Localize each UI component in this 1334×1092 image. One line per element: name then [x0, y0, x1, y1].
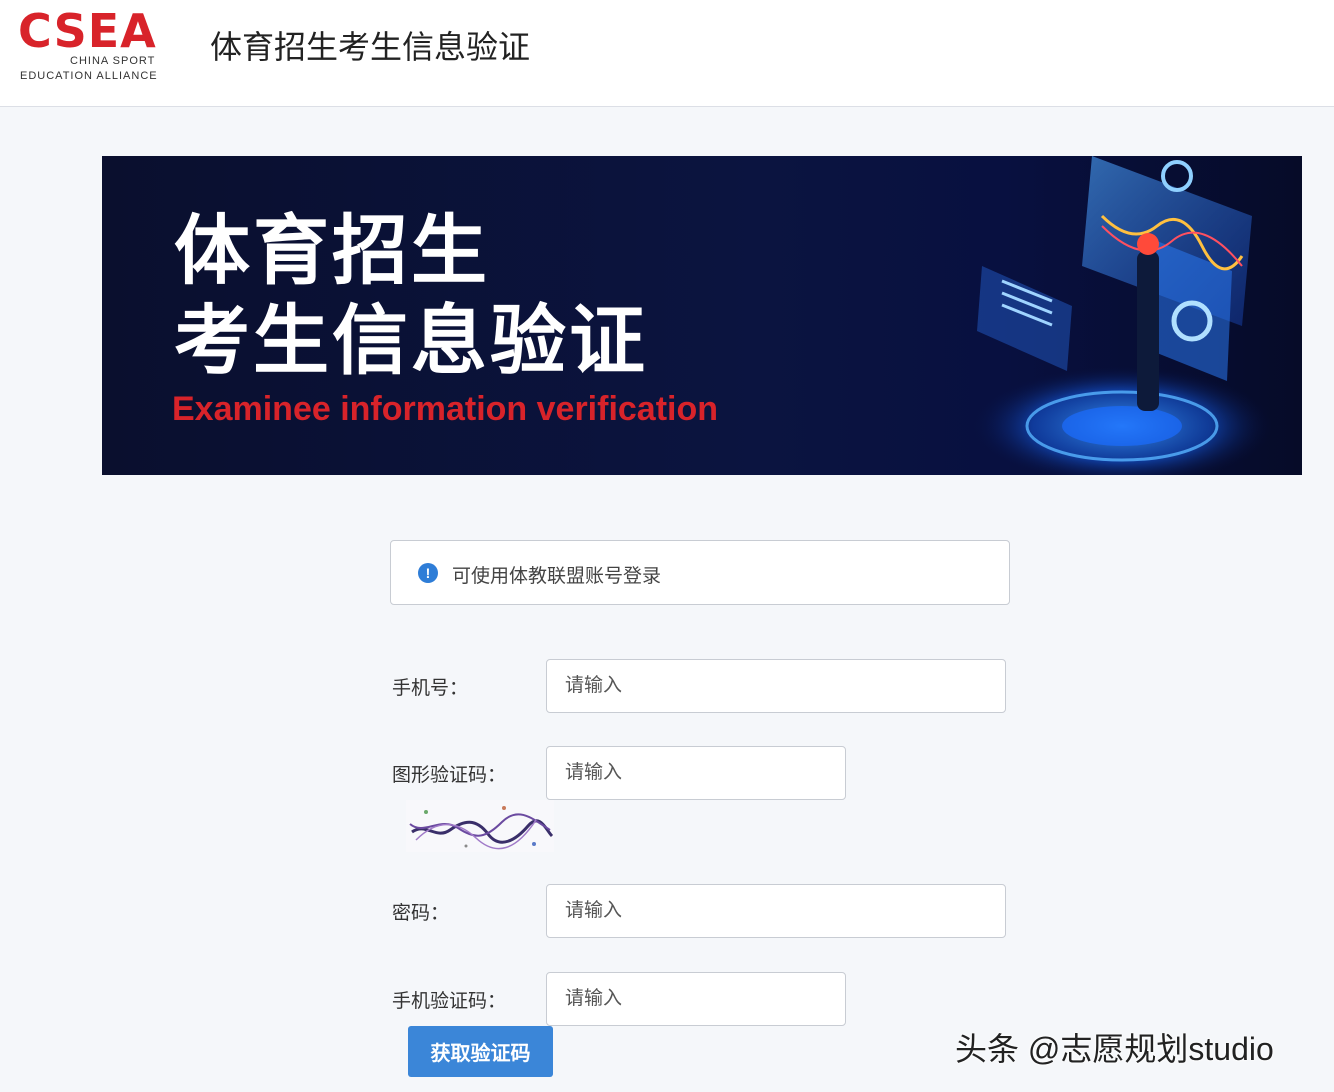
- hero-banner: 体育招生 考生信息验证 Examinee information verific…: [102, 156, 1302, 475]
- logo-subtitle-line2: EDUCATION ALLIANCE: [20, 70, 158, 82]
- password-input[interactable]: [546, 884, 1006, 938]
- phone-label: 手机号：: [392, 678, 469, 699]
- logo-subtitle-line1: CHINA SPORT: [70, 55, 156, 67]
- top-header: CSEA CHINA SPORT EDUCATION ALLIANCE 体育招生…: [0, 0, 1334, 107]
- logo-wordmark: CSEA: [18, 4, 157, 58]
- csea-logo[interactable]: CSEA CHINA SPORT EDUCATION ALLIANCE: [18, 6, 168, 86]
- banner-title-line2: 考生信息验证: [174, 296, 648, 385]
- captcha-label: 图形验证码：: [392, 765, 507, 786]
- password-label: 密码：: [392, 903, 450, 924]
- sms-code-label: 手机验证码：: [392, 991, 507, 1012]
- captcha-input[interactable]: [546, 746, 846, 800]
- banner-english-subtitle: Examinee information verification: [172, 390, 719, 428]
- page-title: 体育招生考生信息验证: [210, 28, 531, 66]
- get-sms-code-button[interactable]: 获取验证码: [408, 1026, 553, 1077]
- info-icon: !: [418, 563, 438, 583]
- notice-text: 可使用体教联盟账号登录: [452, 566, 662, 587]
- watermark-text: 头条 @志愿规划studio: [955, 1031, 1274, 1067]
- sms-code-input[interactable]: [546, 972, 846, 1026]
- banner-title-line1: 体育招生: [174, 206, 490, 295]
- captcha-image[interactable]: [406, 800, 554, 852]
- phone-input[interactable]: [546, 659, 1006, 713]
- login-notice: ! 可使用体教联盟账号登录: [390, 540, 1010, 605]
- tech-illustration-icon: [972, 156, 1272, 475]
